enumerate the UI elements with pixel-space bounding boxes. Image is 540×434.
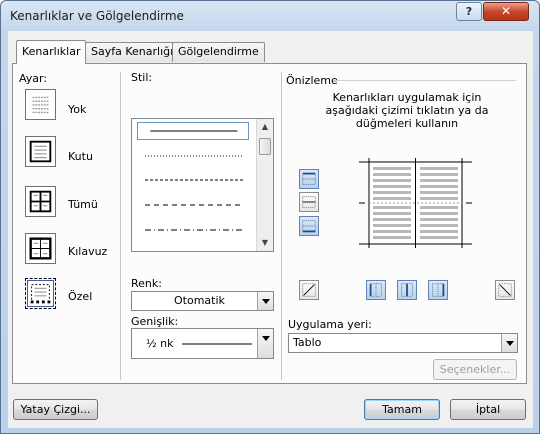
top-border-button[interactable] [299,169,319,189]
color-dropdown[interactable]: Otomatik [131,291,274,311]
style-solid[interactable] [137,122,249,140]
apply-to-label: Uygulama yeri: [288,318,372,331]
title-bar[interactable]: Kenarlıklar ve Gölgelendirme ? ✕ [1,1,539,31]
setting-custom-label[interactable]: Özel [68,290,92,303]
tab-borders[interactable]: Kenarlıklar [16,40,87,64]
style-label: Stil: [131,71,153,84]
left-border-button[interactable] [366,280,386,300]
setting-all-label[interactable]: Tümü [68,198,98,211]
border-inside-vertical-icon [401,283,413,297]
border-top-icon [302,172,316,185]
style-dashed-small[interactable] [137,173,249,187]
width-value: ½ nk [146,337,174,350]
options-button[interactable]: Seçenekler... [433,359,517,380]
setting-grid-label[interactable]: Kılavuz [68,245,107,258]
borders-and-shading-dialog: Kenarlıklar ve Gölgelendirme ? ✕ Kenarlı… [0,0,540,434]
preview-group-line [333,80,516,81]
column-divider-left [120,72,121,380]
setting-box-button[interactable] [25,136,56,167]
border-custom-icon [30,284,51,304]
style-dash-dot[interactable] [137,223,249,237]
style-dashed[interactable] [137,198,249,212]
setting-box-label[interactable]: Kutu [68,150,93,163]
preview-instructions: Kenarlıkları uygulamak için aşağıdaki çi… [325,91,489,130]
ok-button[interactable]: Tamam [364,399,440,420]
apply-to-value: Tablo [293,336,322,349]
column-divider-right [281,72,282,380]
border-left-icon [369,283,382,297]
scroll-down-icon[interactable]: ▼ [257,235,273,251]
style-list[interactable]: ▲ ▼ [131,118,274,252]
cancel-button[interactable]: İptal [450,399,526,420]
scroll-thumb[interactable] [259,138,271,155]
close-button[interactable]: ✕ [483,2,529,21]
preview-label: Önizleme [286,74,338,87]
border-right-icon [432,283,445,297]
chevron-down-icon[interactable] [501,334,517,352]
right-border-button[interactable] [428,280,448,300]
chevron-down-icon[interactable] [257,329,273,358]
color-label: Renk: [131,277,162,290]
bottom-border-button[interactable] [299,216,319,236]
border-diagonal-up-icon [302,283,316,297]
tab-shading[interactable]: Gölgelendirme [172,42,265,62]
border-bottom-icon [302,220,316,233]
horizontal-line-button[interactable]: Yatay Çizgi... [13,399,98,420]
dialog-client-area: Kenarlıklar Sayfa Kenarlığı Gölgelendirm… [8,31,533,428]
setting-none-label[interactable]: Yok [68,103,86,116]
border-box-icon [29,140,52,163]
border-inside-horizontal-icon [302,196,316,208]
color-value: Otomatik [174,294,225,307]
diagonal-up-border-button[interactable] [299,280,319,300]
help-button[interactable]: ? [456,2,482,21]
border-diagonal-down-icon [498,283,512,297]
tab-page-border[interactable]: Sayfa Kenarlığı [85,42,180,62]
border-all-icon [29,190,52,213]
inside-horizontal-border-button[interactable] [299,192,319,212]
width-line-sample [182,343,252,345]
border-preview-canvas[interactable] [359,158,472,248]
border-none-icon [32,96,49,114]
setting-label: Ayar: [19,72,48,85]
apply-to-dropdown[interactable]: Tablo [288,333,518,353]
width-dropdown[interactable]: ½ nk [131,328,274,359]
diagonal-down-border-button[interactable] [495,280,515,300]
border-grid-icon [29,237,52,260]
style-dotted[interactable] [137,149,249,163]
setting-grid-button[interactable] [25,233,56,264]
dialog-title: Kenarlıklar ve Gölgelendirme [10,9,184,23]
inside-vertical-border-button[interactable] [397,280,417,300]
setting-all-button[interactable] [25,186,56,217]
style-list-scrollbar[interactable]: ▲ ▼ [256,119,273,251]
setting-none-button[interactable] [25,89,56,120]
setting-custom-button[interactable] [25,278,56,309]
chevron-down-icon[interactable] [257,292,273,310]
width-label: Genişlik: [131,315,179,328]
scroll-up-icon[interactable]: ▲ [257,119,273,135]
